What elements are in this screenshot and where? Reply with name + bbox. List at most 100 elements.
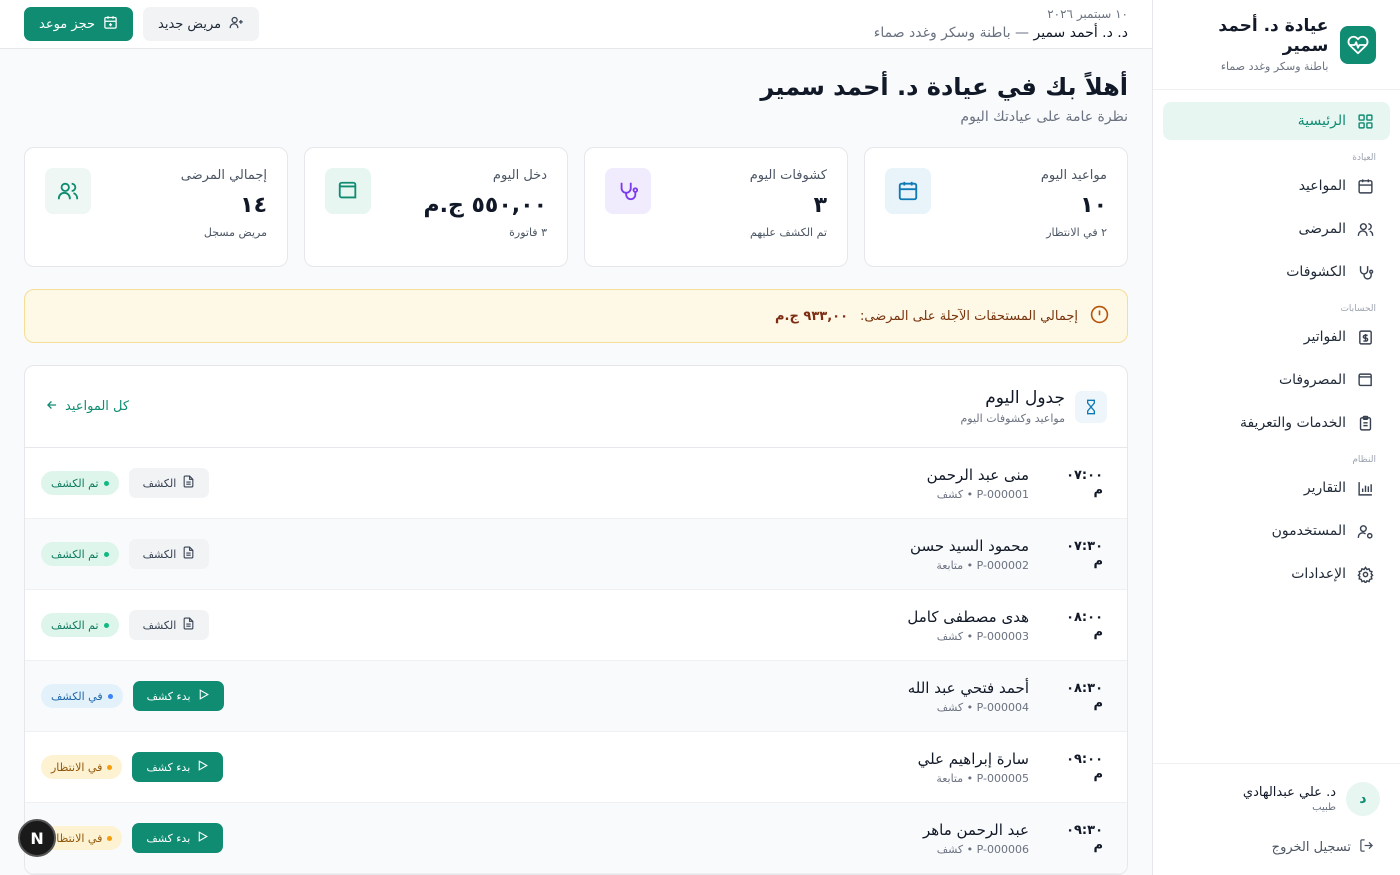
stat-note: ٢ في الانتظار <box>1046 226 1107 239</box>
row-action-button[interactable]: بدء كشف <box>132 823 224 853</box>
status-badge: في الكشف <box>41 684 123 708</box>
meta-separator: • <box>963 629 977 643</box>
stat-value: ١٤ <box>240 193 267 218</box>
file-text-icon <box>182 475 195 491</box>
table-row[interactable]: ٠٨:٠٠ م هدى مصطفى كامل P-000003 • كشف تم ال… <box>25 590 1127 661</box>
sidebar-item-appointments[interactable]: المواعيد <box>1163 167 1390 205</box>
sidebar-item-invoices[interactable]: الفواتير <box>1163 318 1390 356</box>
page-title: أهلاً بك في عيادة د. أحمد سمير <box>760 73 1128 101</box>
table-row[interactable]: ٠٨:٣٠ م أحمد فتحي عبد الله P-000004 • كشف ف… <box>25 661 1127 732</box>
stat-label: دخل اليوم <box>492 168 547 183</box>
topbar: ١٠ سبتمبر ٢٠٢٦ د. د. أحمد سمير — باطنة و… <box>0 0 1152 49</box>
doctor-info: د. د. أحمد سمير — باطنة وسكر وغدد صماء <box>874 25 1128 41</box>
brand: عيادة د. أحمد سمير باطنة وسكر وغدد صماء <box>1153 0 1400 90</box>
visit-type: كشف <box>936 842 964 856</box>
row-action-button[interactable]: الكشف <box>128 468 210 498</box>
status-dot <box>107 693 113 699</box>
row-action-label: الكشف <box>142 547 177 561</box>
stethoscope-icon <box>605 168 651 214</box>
status-badge: تم الكشف <box>41 613 119 637</box>
main-content: ١٠ سبتمبر ٢٠٢٦ د. د. أحمد سمير — باطنة و… <box>0 0 1152 875</box>
status-dot <box>103 480 109 486</box>
sidebar-item-users[interactable]: المستخدمون <box>1163 512 1390 550</box>
stethoscope-icon <box>1356 263 1374 281</box>
appointment-time: ٠٧:٠٠ م <box>1066 468 1103 498</box>
sidebar-item-patients[interactable]: المرضى <box>1163 210 1390 248</box>
row-action-button[interactable]: الكشف <box>128 610 210 640</box>
logout-label: تسجيل الخروج <box>1271 840 1351 855</box>
users-icon <box>45 168 91 214</box>
sidebar-item-services[interactable]: الخدمات والتعريفة <box>1163 404 1390 442</box>
all-appointments-label: كل المواعيد <box>65 399 130 414</box>
alert-text: إجمالي المستحقات الآجلة على المرضى: <box>860 308 1078 324</box>
logout-icon <box>1359 838 1374 857</box>
sidebar-item-exams[interactable]: الكشوفات <box>1163 253 1390 291</box>
stat-label: كشوفات اليوم <box>749 168 827 183</box>
table-row[interactable]: ٠٩:٠٠ م سارة إبراهيم علي P-000005 • متابعة… <box>25 732 1127 803</box>
floating-n-button[interactable]: N <box>18 819 56 857</box>
logout-button[interactable]: تسجيل الخروج <box>1173 838 1380 857</box>
all-appointments-link[interactable]: كل المواعيد <box>45 398 129 416</box>
status-dot <box>103 622 109 628</box>
table-row[interactable]: ٠٩:٣٠ م عبد الرحمن ماهر P-000006 • كشف في ا… <box>25 803 1127 874</box>
current-date: ١٠ سبتمبر ٢٠٢٦ <box>1047 7 1128 21</box>
patient-name: سارة إبراهيم علي <box>917 749 1029 768</box>
sidebar-item-label: المصروفات <box>1278 372 1346 388</box>
meta-separator: • <box>963 487 977 501</box>
row-action-button[interactable]: الكشف <box>128 539 210 569</box>
bar-chart-icon <box>1356 479 1374 497</box>
invoice-icon <box>1356 328 1374 346</box>
sidebar-item-expenses[interactable]: المصروفات <box>1163 361 1390 399</box>
appointment-time: ٠٩:٠٠ م <box>1066 752 1103 782</box>
sidebar-item-label: المستخدمون <box>1271 523 1346 539</box>
doctor-specialty: — باطنة وسكر وغدد صماء <box>873 25 1030 41</box>
schedule-title: جدول اليوم <box>985 388 1065 408</box>
row-action-button[interactable]: بدء كشف <box>132 681 224 711</box>
status-label: في الانتظار <box>51 760 103 774</box>
visit-type: كشف <box>936 629 964 643</box>
status-badge: في الانتظار <box>41 755 123 779</box>
clipboard-icon <box>1356 414 1374 432</box>
alert-circle-icon <box>1090 305 1109 328</box>
table-row[interactable]: ٠٧:٣٠ م محمود السيد حسن P-000002 • متابعة ت… <box>25 519 1127 590</box>
patient-meta: P-000002 • متابعة <box>910 559 1029 572</box>
alert-amount: ٩٣٣,٠٠ ج.م <box>775 308 849 324</box>
stat-note: تم الكشف عليهم <box>750 226 827 239</box>
status-dot <box>103 551 109 557</box>
schedule-list: ٠٧:٠٠ م منى عبد الرحمن P-000001 • كشف تم ال… <box>25 448 1127 874</box>
user-profile[interactable]: د د. علي عبدالهادي طبيب <box>1173 782 1380 816</box>
stat-card-exams: كشوفات اليوم ٣ تم الكشف عليهم <box>584 147 848 267</box>
stat-label: إجمالي المرضى <box>180 168 267 183</box>
user-plus-icon <box>229 15 244 34</box>
patient-name: أحمد فتحي عبد الله <box>907 678 1029 697</box>
appointment-time: ٠٧:٣٠ م <box>1066 539 1103 569</box>
patient-name: هدى مصطفى كامل <box>907 607 1029 626</box>
meta-separator: • <box>963 842 977 856</box>
sidebar-item-reports[interactable]: التقارير <box>1163 469 1390 507</box>
arrow-left-icon <box>45 398 59 416</box>
table-row[interactable]: ٠٧:٠٠ م منى عبد الرحمن P-000001 • كشف تم ال… <box>25 448 1127 519</box>
status-dot <box>107 764 113 770</box>
appointment-time: ٠٩:٣٠ م <box>1066 823 1103 853</box>
row-action-label: الكشف <box>142 476 177 490</box>
sidebar-footer: د د. علي عبدالهادي طبيب تسجيل الخروج <box>1153 763 1400 875</box>
brand-title: عيادة د. أحمد سمير <box>1218 16 1329 56</box>
schedule-subtitle: مواعيد وكشوفات اليوم <box>960 412 1065 425</box>
book-appointment-button[interactable]: حجز موعد <box>24 7 133 41</box>
stats-grid: مواعيد اليوم ١٠ ٢ في الانتظار كشوفات الي… <box>24 147 1128 267</box>
meta-separator: • <box>963 558 977 572</box>
dashboard: أهلاً بك في عيادة د. أحمد سمير نظرة عامة… <box>0 49 1152 875</box>
row-action-label: بدء كشف <box>146 760 191 774</box>
heart-pulse-icon <box>1340 25 1376 64</box>
sidebar-item-settings[interactable]: الإعدادات <box>1163 555 1390 593</box>
play-icon <box>197 688 210 704</box>
calendar-plus-icon <box>103 15 118 34</box>
row-action-button[interactable]: بدء كشف <box>132 752 224 782</box>
patient-name: عبد الرحمن ماهر <box>922 820 1029 839</box>
stat-card-appointments: مواعيد اليوم ١٠ ٢ في الانتظار <box>864 147 1128 267</box>
brand-subtitle: باطنة وسكر وغدد صماء <box>1220 60 1329 73</box>
user-name: د. علي عبدالهادي <box>1242 785 1336 800</box>
sidebar-item-home[interactable]: الرئيسية <box>1163 102 1390 140</box>
wallet-icon <box>325 168 371 214</box>
new-patient-button[interactable]: مريض جديد <box>143 7 260 41</box>
